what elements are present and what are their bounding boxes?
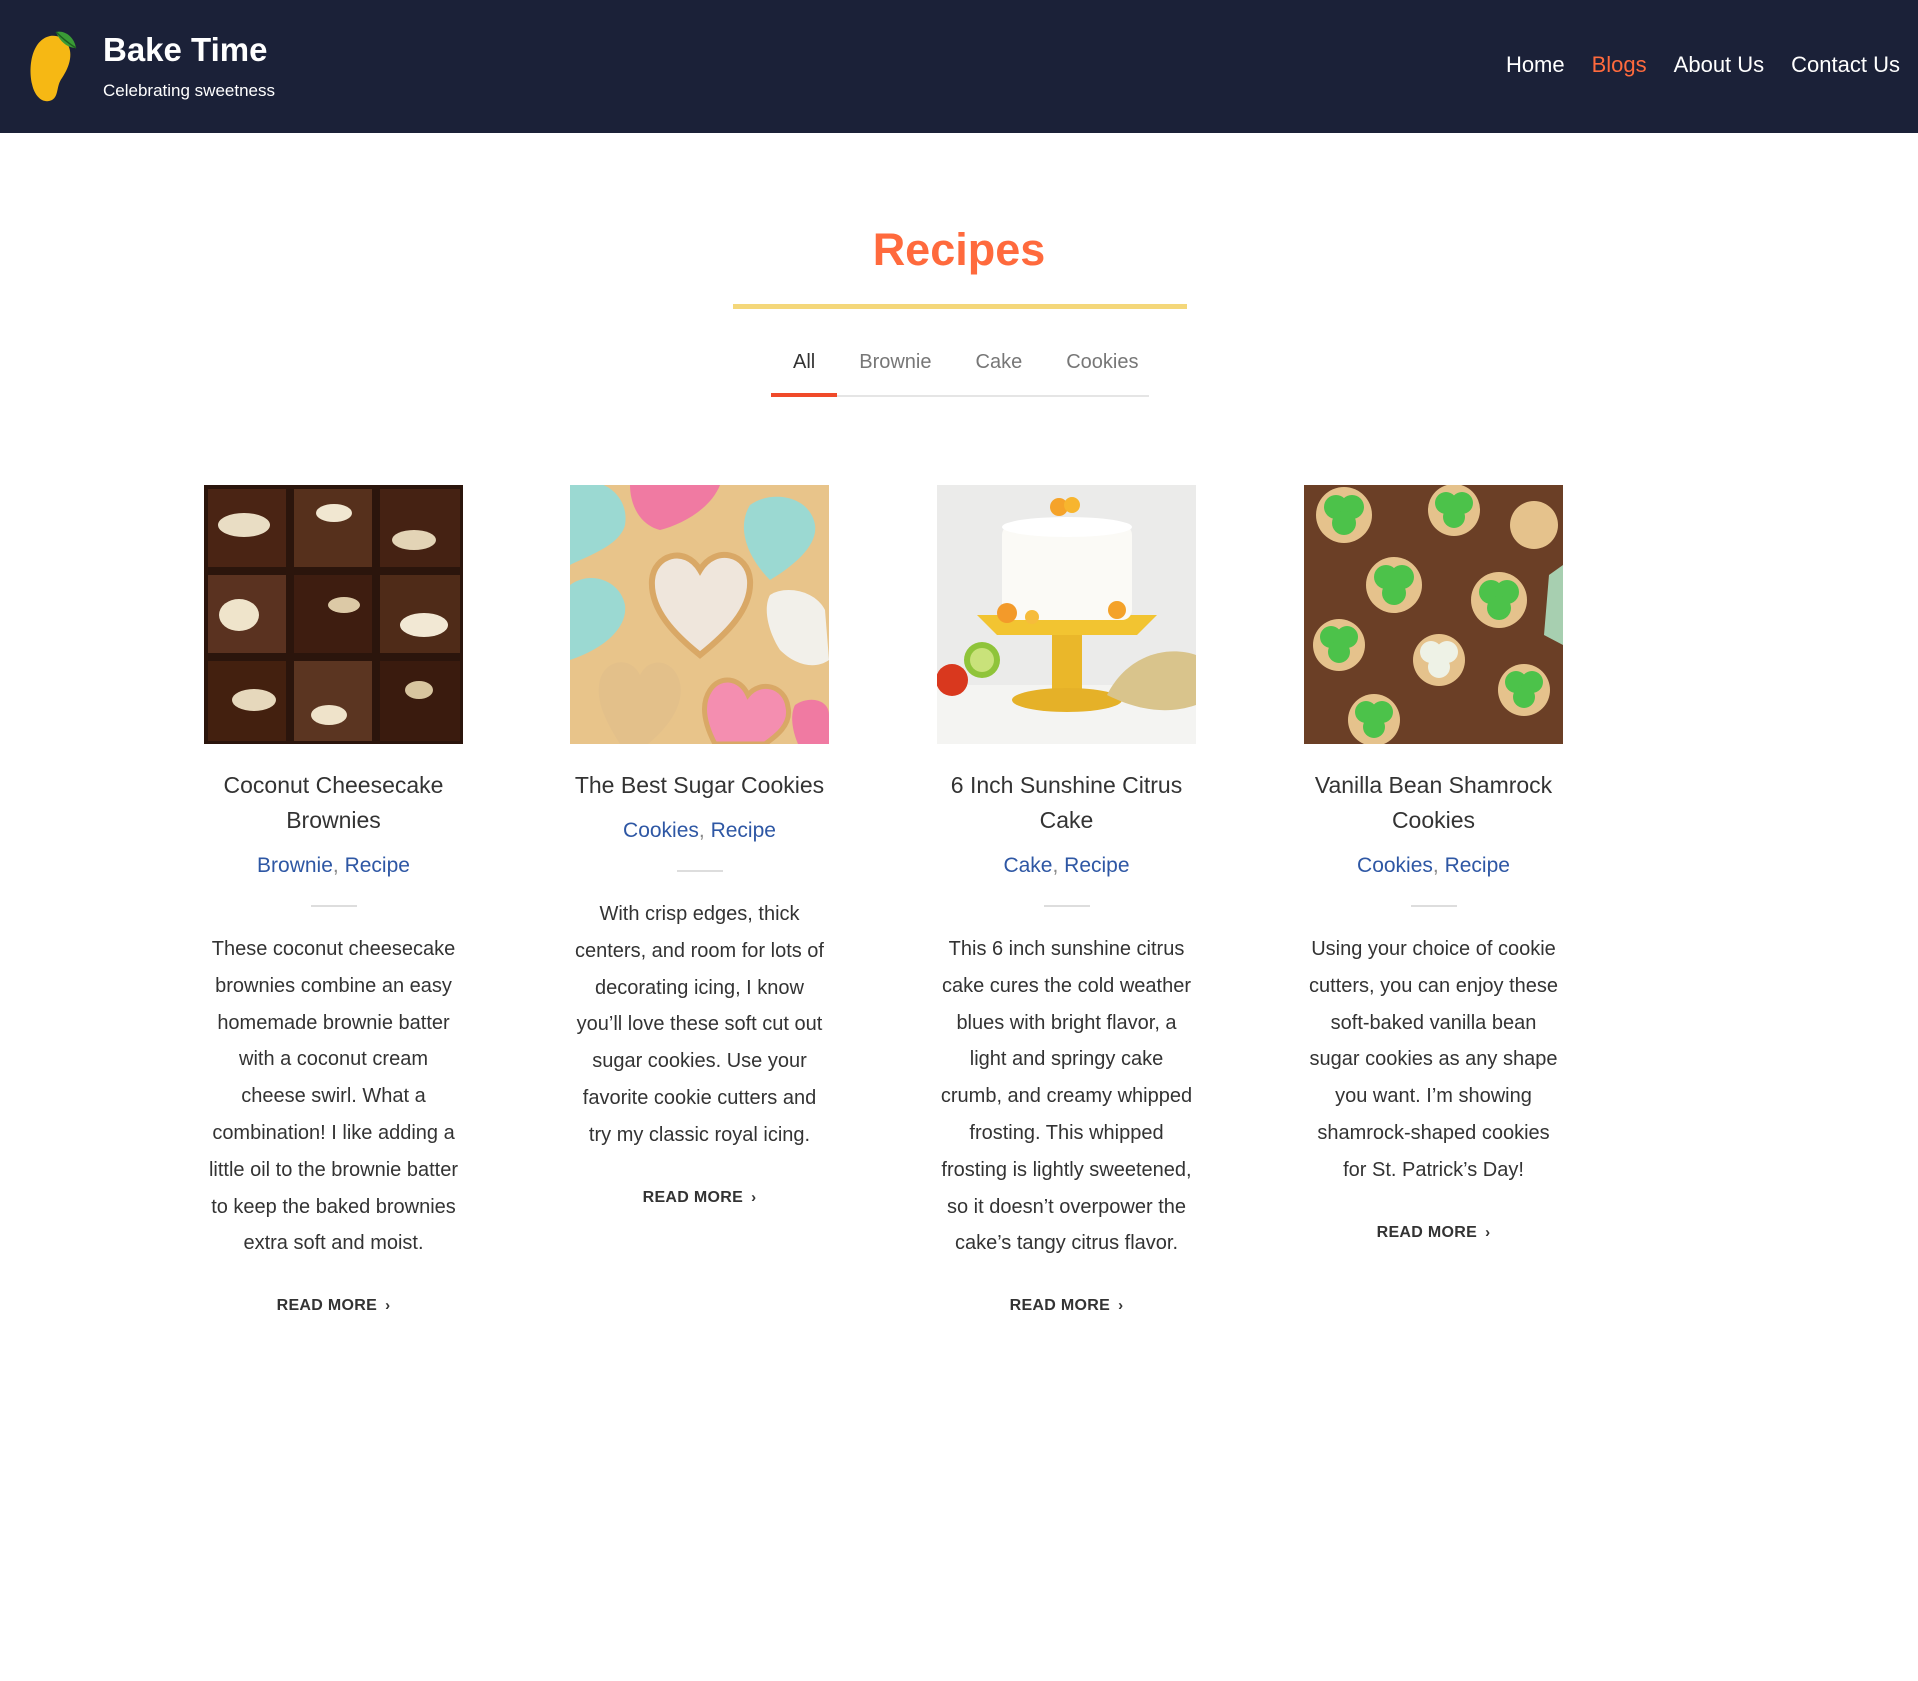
nav-home-link[interactable]: Home — [1506, 48, 1565, 82]
recipe-card: 6 Inch Sunshine Citrus Cake Cake, Recipe… — [937, 485, 1196, 1316]
read-more-label: READ MORE — [1009, 1297, 1111, 1315]
card-divider — [1043, 905, 1090, 907]
site-tagline: Celebrating sweetness — [103, 81, 275, 100]
nav-about-link[interactable]: About Us — [1674, 48, 1765, 82]
recipe-card: Vanilla Bean Shamrock Cookies Cookies, R… — [1304, 485, 1563, 1243]
tag-link[interactable]: Recipe — [345, 854, 410, 877]
card-excerpt: With crisp edges, thick centers, and roo… — [574, 903, 824, 1146]
tag-link[interactable]: Recipe — [1064, 854, 1129, 877]
filter-tabs: All Brownie Cake Cookies — [771, 338, 1149, 397]
card-tags: Cake, Recipe — [1003, 854, 1130, 877]
card-title[interactable]: Coconut Cheesecake Brownies — [204, 768, 463, 838]
card-excerpt: This 6 inch sunshine citrus cake cures t… — [940, 938, 1193, 1255]
shamrock-cookies-photo[interactable] — [1304, 485, 1563, 744]
title-underline — [733, 304, 1187, 309]
chevron-right-icon: › — [1118, 1297, 1124, 1315]
card-tags: Cookies, Recipe — [1357, 854, 1510, 877]
heart-cookies-photo[interactable] — [570, 485, 829, 744]
tab-cake[interactable]: Cake — [954, 338, 1045, 395]
recipe-card: The Best Sugar Cookies Cookies, Recipe W… — [570, 485, 829, 1208]
page-title: Recipes — [872, 224, 1046, 275]
card-excerpt: Using your choice of cookie cutters, you… — [1308, 938, 1559, 1181]
tag-link[interactable]: Brownie — [257, 854, 333, 877]
brand-home-link[interactable]: Bake Time Celebrating sweetness — [26, 26, 275, 106]
tag-link[interactable]: Cookies — [1357, 854, 1433, 877]
card-title[interactable]: 6 Inch Sunshine Citrus Cake — [937, 768, 1196, 838]
mango-logo-icon — [30, 31, 77, 102]
read-more-label: READ MORE — [276, 1297, 378, 1315]
read-more-label: READ MORE — [1376, 1223, 1478, 1241]
main-nav: Home Blogs About Us Contact Us — [1506, 48, 1900, 82]
chevron-right-icon: › — [751, 1188, 757, 1206]
tag-link[interactable]: Recipe — [1445, 854, 1510, 877]
card-title[interactable]: Vanilla Bean Shamrock Cookies — [1304, 768, 1563, 838]
card-divider — [676, 870, 723, 872]
read-more-label: READ MORE — [642, 1188, 744, 1206]
tag-link[interactable]: Cake — [1003, 854, 1052, 877]
read-more-link[interactable]: READ MORE › — [1010, 1296, 1124, 1316]
card-title[interactable]: The Best Sugar Cookies — [570, 768, 829, 803]
nav-contact-link[interactable]: Contact Us — [1791, 48, 1900, 82]
citrus-cake-photo[interactable] — [937, 485, 1196, 744]
tag-link[interactable]: Recipe — [711, 819, 776, 842]
brownie-photo[interactable] — [204, 485, 463, 744]
tag-link[interactable]: Cookies — [623, 819, 699, 842]
read-more-link[interactable]: READ MORE › — [643, 1188, 757, 1208]
card-tags: Cookies, Recipe — [623, 819, 776, 842]
tab-all[interactable]: All — [771, 338, 838, 397]
card-divider — [1410, 905, 1457, 907]
read-more-link[interactable]: READ MORE › — [277, 1296, 391, 1316]
nav-blogs-link[interactable]: Blogs — [1592, 48, 1647, 82]
recipe-card: Coconut Cheesecake Brownies Brownie, Rec… — [204, 485, 463, 1316]
card-divider — [310, 905, 357, 907]
tab-brownie[interactable]: Brownie — [837, 338, 953, 395]
chevron-right-icon: › — [1485, 1223, 1491, 1241]
card-tags: Brownie, Recipe — [257, 854, 410, 877]
site-title: Bake Time — [103, 31, 268, 68]
read-more-link[interactable]: READ MORE › — [1377, 1223, 1491, 1243]
card-excerpt: These coconut cheesecake brownies combin… — [208, 938, 459, 1255]
site-header: Bake Time Celebrating sweetness Home Blo… — [0, 0, 1918, 133]
chevron-right-icon: › — [385, 1297, 391, 1315]
tab-cookies[interactable]: Cookies — [1044, 338, 1160, 395]
